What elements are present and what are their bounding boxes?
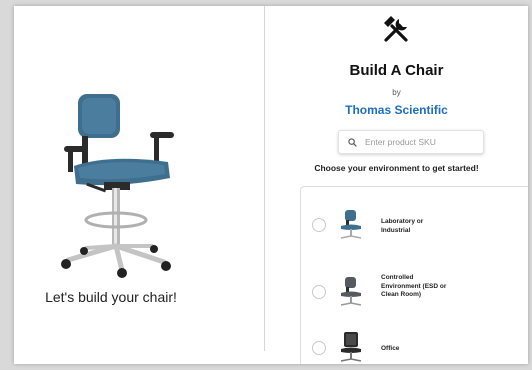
office-chair-thumb (340, 332, 362, 362)
page-title: Build A Chair (349, 62, 444, 79)
option-label-office: Office (381, 345, 400, 352)
esd-chair-thumb (340, 277, 362, 306)
option-label-controlled: Controlled Environment (ESD or Clean Roo… (381, 274, 447, 298)
by-text: by (392, 88, 401, 97)
option-laboratory-industrial[interactable]: Laboratory or Industrial (301, 204, 528, 244)
sku-search-box[interactable] (338, 130, 484, 154)
radio-office[interactable] (312, 341, 326, 355)
option-office[interactable]: Office (301, 328, 528, 364)
lab-chair-thumb (340, 210, 362, 239)
option-label-laboratory: Laboratory or Industrial (381, 218, 424, 234)
environment-options-list: Laboratory or Industrial Controlled Envi… (300, 186, 528, 364)
radio-laboratory-industrial[interactable] (312, 218, 326, 232)
radio-controlled-environment[interactable] (312, 285, 326, 299)
sku-search-input[interactable] (365, 137, 475, 147)
right-panel: Build A Chair by Thomas Scientific Choos… (265, 6, 528, 364)
option-controlled-environment[interactable]: Controlled Environment (ESD or Clean Roo… (301, 271, 528, 311)
search-icon (348, 137, 357, 147)
hero-chair-image (61, 94, 174, 278)
left-caption: Let's build your chair! (45, 289, 177, 305)
tools-hammer-wrench-icon (384, 16, 408, 42)
brand-name: Thomas Scientific (345, 103, 448, 117)
builder-card: Let's build your chair! Build A Chair by… (14, 6, 528, 364)
left-panel: Let's build your chair! (14, 6, 264, 364)
environment-prompt: Choose your environment to get started! (314, 163, 479, 173)
